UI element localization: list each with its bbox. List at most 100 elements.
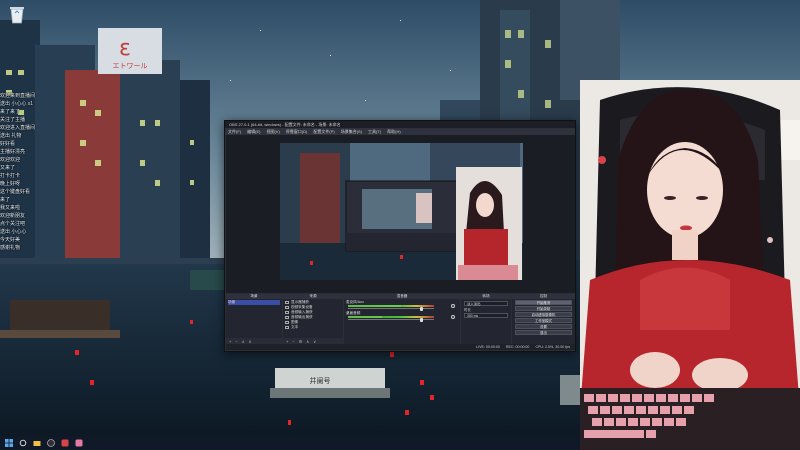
chat-message: 欢迎欢迎 (0, 157, 21, 163)
recycle-bin-glyph-icon (10, 7, 24, 24)
scene-item[interactable]: 场景 (228, 300, 280, 305)
chat-message: 主播好漂亮 (0, 149, 26, 155)
mixer-channel: 桌面音频 (346, 311, 458, 322)
control-button[interactable]: 工作室模式 (515, 318, 572, 323)
taskbar-app-browser[interactable] (60, 439, 69, 448)
transition-duration-input[interactable]: 300 ms (464, 313, 508, 318)
menu-item[interactable]: 视图(V) (266, 129, 279, 135)
windows-logo-icon (4, 439, 13, 447)
taskbar-app-live[interactable] (74, 439, 83, 448)
webcam-overlay (580, 80, 800, 450)
obs-app-icon (46, 439, 55, 447)
mixer-channel: 麦克风/Aux (346, 300, 458, 311)
menu-item[interactable]: 工具(T) (368, 129, 381, 135)
close-button[interactable] (565, 121, 575, 128)
scenes-dock: 场景 场景 + − ∧ ∨ (226, 294, 282, 344)
control-button[interactable]: 设置 (515, 324, 572, 329)
menu-item[interactable]: 文件(F) (228, 129, 241, 135)
scenes-list: 场景 (226, 299, 282, 338)
obs-menubar: 文件(F) 编辑(E) 视图(V) 停靠窗口(D) 配置文件(P) 场景集合(S) 工具(T… (225, 128, 575, 135)
taskbar-app-explorer[interactable] (32, 439, 41, 448)
status-item: LIVE: 00:00:00 (476, 345, 500, 349)
start-button[interactable] (4, 439, 13, 448)
source-type-icon (285, 321, 289, 324)
source-settings-button[interactable]: ⚙ (299, 339, 303, 344)
chat-message: 来了来了 (0, 109, 21, 115)
chat-message: 欢迎新朋友 (0, 213, 26, 219)
obs-preview-canvas[interactable] (280, 143, 523, 280)
obs-studio-window: OBS 27.0.1 (64-bit, windows) - 配置文件: 未命名… (224, 120, 576, 352)
obs-docks: 场景 场景 + − ∧ ∨ 来源 显示器捕获 视频采集设备 音频输入捕获 音频输出捕获… (226, 294, 575, 344)
scene-transitions-dock: 转场 淡入淡出 时长 300 ms (461, 294, 511, 344)
add-source-button[interactable]: + (286, 339, 288, 344)
source-type-icon (285, 306, 289, 309)
chat-message: 送出 小心心 x1 (0, 101, 34, 107)
obs-status-bar: LIVE: 00:00:00 REC: 00:00:00 CPU: 2.5%, 30… (226, 344, 575, 350)
move-scene-up-button[interactable]: ∧ (242, 339, 245, 344)
chat-message: 又来了 (0, 165, 16, 171)
chat-message: 欢迎来到直播间 (0, 93, 36, 99)
menu-item[interactable]: 编辑(E) (247, 129, 260, 135)
obs-preview-area[interactable] (226, 135, 575, 293)
volume-fader-knob[interactable] (419, 317, 423, 322)
move-source-up-button[interactable]: ∧ (306, 339, 309, 344)
chat-message: 点个关注吧 (0, 221, 26, 227)
chat-message: 好好看 (0, 141, 16, 147)
obs-titlebar[interactable]: OBS 27.0.1 (64-bit, windows) - 配置文件: 未命名… (225, 121, 575, 128)
chat-message: 关注了主播 (0, 117, 26, 123)
chat-message: 感谢礼物 (0, 245, 21, 251)
source-type-icon (285, 326, 289, 329)
svg-text:ε: ε (119, 36, 131, 61)
mixer-list: 麦克风/Aux 桌面音频 (344, 299, 460, 338)
chat-message: 打卡打卡 (0, 173, 21, 179)
transition-type-select[interactable]: 淡入淡出 (464, 301, 508, 306)
live-app-icon (75, 439, 82, 447)
folder-icon (33, 441, 40, 446)
wallpaper-boat-text: 井阑号 (310, 376, 331, 385)
menu-item[interactable]: 停靠窗口(D) (286, 129, 308, 135)
remove-source-button[interactable]: − (292, 339, 294, 344)
maximize-button[interactable] (555, 121, 565, 128)
controls-dock: 控制 开始推流 开始录制 启动虚拟摄像机 工作室模式 设置 退出 (512, 294, 575, 344)
taskbar-app-obs[interactable] (46, 439, 55, 448)
control-button[interactable]: 启动虚拟摄像机 (515, 312, 572, 317)
recycle-bin-icon[interactable] (4, 4, 30, 32)
control-button[interactable]: 退出 (515, 330, 572, 335)
volume-meter-level (348, 316, 383, 318)
webcam-streamer-image (580, 80, 800, 450)
search-icon (19, 439, 26, 447)
mixer-settings-gear-icon[interactable] (451, 315, 455, 319)
source-item[interactable]: 文本 (285, 325, 341, 330)
move-scene-down-button[interactable]: ∨ (249, 339, 252, 344)
chat-message: 来了 (0, 197, 11, 203)
search-button[interactable] (18, 439, 27, 448)
chat-message: 欢迎进入直播间 (0, 125, 36, 131)
source-item-label: 文本 (291, 325, 299, 329)
menu-item[interactable]: 配置文件(P) (313, 129, 334, 135)
remove-scene-button[interactable]: − (235, 339, 237, 344)
source-type-icon (285, 316, 289, 319)
windows-taskbar (0, 436, 580, 450)
minimize-button[interactable] (545, 121, 555, 128)
stream-chat-overlay: 欢迎来到直播间 送出 小心心 x1 来了来了 关注了主播 欢迎进入直播间 送出 礼物 好好看… (0, 92, 98, 252)
status-item: REC: 00:00:00 (505, 345, 530, 349)
volume-fader-knob[interactable] (419, 306, 423, 311)
source-type-icon (285, 301, 289, 304)
volume-fader[interactable] (348, 306, 434, 311)
move-source-down-button[interactable]: ∨ (313, 339, 316, 344)
source-type-icon (285, 311, 289, 314)
wallpaper-sign-text: エトワール (113, 62, 148, 70)
menu-item[interactable]: 帮助(H) (387, 129, 401, 135)
chat-message: 晚上好呀 (0, 181, 21, 187)
sources-dock: 来源 显示器捕获 视频采集设备 音频输入捕获 音频输出捕获 图像 文本 + − ⚙ ∧ ∨ (283, 294, 343, 344)
volume-fader[interactable] (348, 317, 434, 322)
status-item: CPU: 2.5%, 30.00 fps (535, 345, 570, 349)
menu-item[interactable]: 场景集合(S) (341, 129, 362, 135)
add-scene-button[interactable]: + (229, 339, 231, 344)
control-button[interactable]: 开始录制 (515, 306, 572, 311)
chat-message: 我又来啦 (0, 205, 21, 211)
control-button[interactable]: 开始推流 (515, 300, 572, 305)
mixer-settings-gear-icon[interactable] (451, 304, 455, 308)
transition-duration-label: 时长 (464, 308, 471, 312)
volume-meter-level (348, 305, 402, 307)
